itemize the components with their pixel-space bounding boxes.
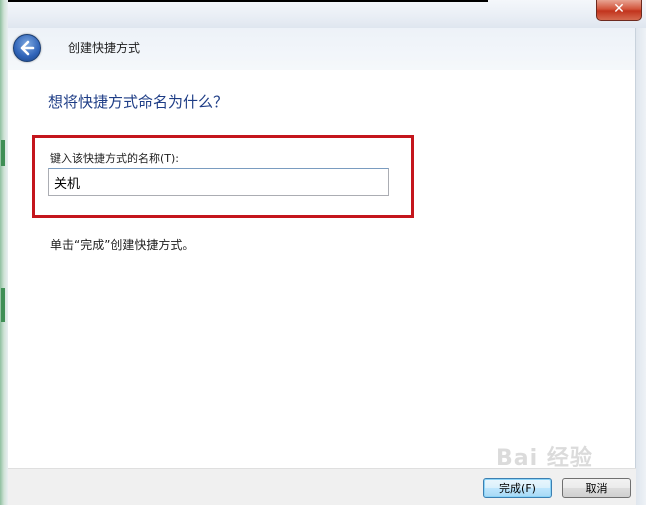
- back-arrow-icon: [20, 40, 35, 56]
- finish-hint: 单击“完成”创建快捷方式。: [50, 238, 195, 252]
- close-button[interactable]: ✕: [596, 0, 642, 21]
- shortcut-name-label: 键入该快捷方式的名称(T):: [50, 152, 180, 165]
- wizard-window: ✕ 创建快捷方式 想将快捷方式命名为什么？ 键入该快捷方式的名称(T): 单击“…: [0, 0, 646, 505]
- window-right-border: [635, 28, 646, 505]
- wizard-footer: 完成(F) 取消: [8, 468, 636, 505]
- title-bar: ✕: [8, 0, 646, 28]
- background-window-edge: [0, 0, 8, 505]
- wizard-title: 创建快捷方式: [68, 41, 141, 55]
- wizard-header: 创建快捷方式: [8, 28, 646, 70]
- shortcut-name-input[interactable]: [48, 168, 389, 196]
- back-button[interactable]: [13, 34, 41, 62]
- edge-mark: [1, 140, 5, 166]
- title-bar-shadow: [8, 0, 488, 2]
- finish-button[interactable]: 完成(F): [483, 478, 552, 498]
- main-instruction: 想将快捷方式命名为什么？: [48, 93, 229, 111]
- wizard-content: 想将快捷方式命名为什么？ 键入该快捷方式的名称(T): 单击“完成”创建快捷方式…: [8, 70, 636, 468]
- edge-mark: [1, 288, 5, 322]
- close-icon: ✕: [613, 1, 625, 17]
- cancel-button[interactable]: 取消: [562, 478, 631, 498]
